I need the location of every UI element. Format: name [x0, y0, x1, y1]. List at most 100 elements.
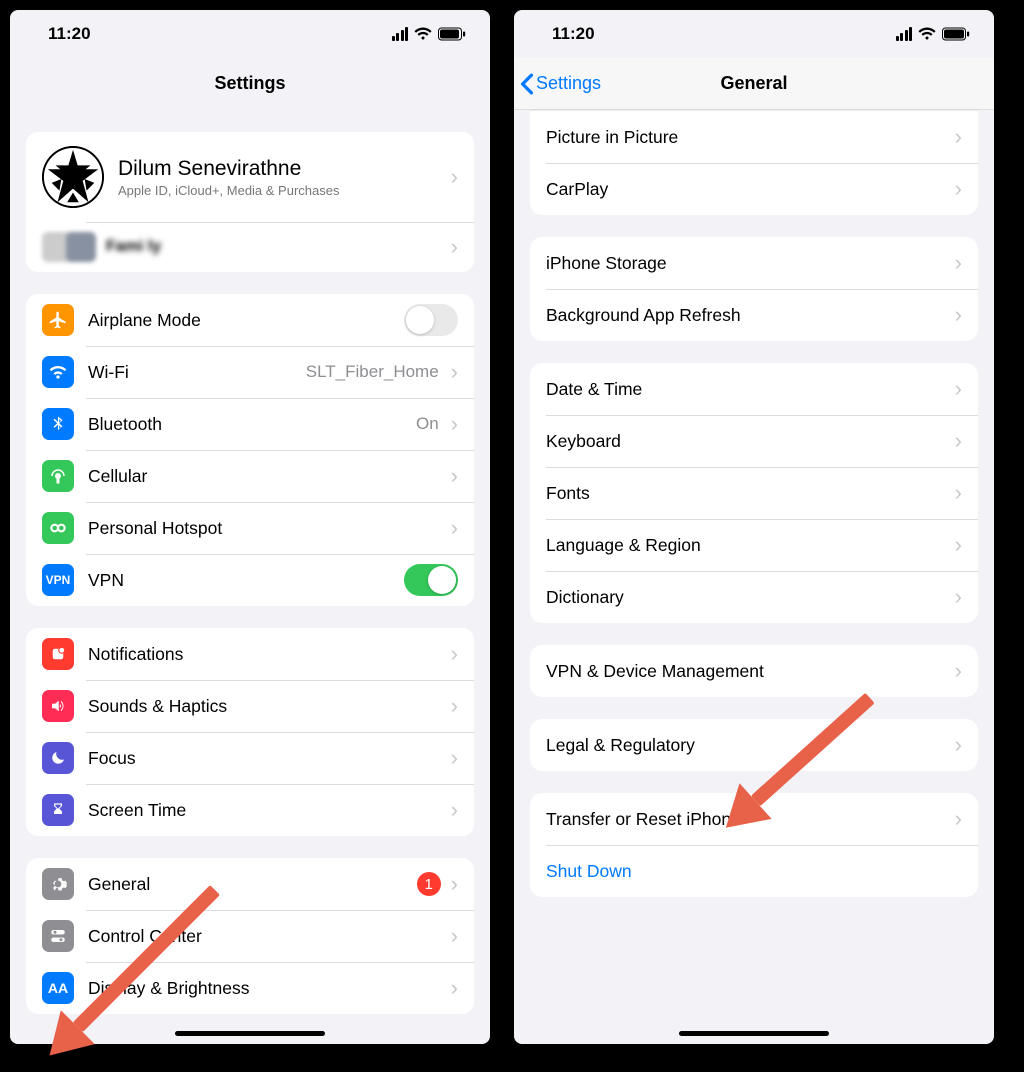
airplane-icon	[42, 304, 74, 336]
hotspot-row[interactable]: Personal Hotspot ›	[26, 502, 474, 554]
chevron-right-icon: ›	[451, 975, 458, 1001]
profile-name: Dilum Senevirathne	[118, 157, 339, 181]
cellular-signal-icon	[896, 27, 913, 41]
row-label: Keyboard	[546, 431, 621, 452]
chevron-right-icon: ›	[955, 806, 962, 832]
device-group: General 1 › Control Center › AA Display …	[26, 858, 474, 1014]
back-button[interactable]: Settings	[520, 73, 601, 95]
row-label: Control Center	[88, 926, 202, 947]
cellular-row[interactable]: Cellular ›	[26, 450, 474, 502]
settings-screen: 11:20 Settings Dilum Senevirathne Apple …	[10, 10, 490, 1044]
chevron-right-icon: ›	[451, 693, 458, 719]
vpn-device-mgmt-row[interactable]: VPN & Device Management ›	[530, 645, 978, 697]
connectivity-group: Airplane Mode Wi-Fi SLT_Fiber_Home › Blu…	[26, 294, 474, 606]
row-label: Fonts	[546, 483, 590, 504]
row-label: Legal & Regulatory	[546, 735, 695, 756]
screen-time-row[interactable]: Screen Time ›	[26, 784, 474, 836]
row-label: Language & Region	[546, 535, 701, 556]
airplane-toggle[interactable]	[404, 304, 458, 336]
group-legal: Legal & Regulatory ›	[530, 719, 978, 771]
general-list[interactable]: Picture in Picture › CarPlay › iPhone St…	[514, 110, 994, 1044]
status-time: 11:20	[48, 24, 91, 44]
home-indicator[interactable]	[175, 1031, 325, 1036]
transfer-reset-row[interactable]: Transfer or Reset iPhone ›	[530, 793, 978, 845]
vpn-row[interactable]: VPN VPN	[26, 554, 474, 606]
row-label: VPN	[88, 570, 124, 591]
control-center-row[interactable]: Control Center ›	[26, 910, 474, 962]
chevron-right-icon: ›	[451, 871, 458, 897]
profile-subtitle: Apple ID, iCloud+, Media & Purchases	[118, 183, 339, 198]
chevron-right-icon: ›	[955, 428, 962, 454]
row-label: Wi-Fi	[88, 362, 129, 383]
group-prefs: Date & Time › Keyboard › Fonts › Languag…	[530, 363, 978, 623]
shut-down-row[interactable]: Shut Down	[530, 845, 978, 897]
chevron-left-icon	[520, 73, 534, 95]
fonts-row[interactable]: Fonts ›	[530, 467, 978, 519]
chevron-right-icon: ›	[451, 745, 458, 771]
notification-badge: 1	[417, 872, 441, 896]
row-label: Airplane Mode	[88, 310, 201, 331]
hourglass-icon	[42, 794, 74, 826]
chevron-right-icon: ›	[451, 923, 458, 949]
status-icons	[392, 27, 467, 41]
chevron-right-icon: ›	[955, 376, 962, 402]
apple-id-row[interactable]: Dilum Senevirathne Apple ID, iCloud+, Me…	[26, 132, 474, 222]
chevron-right-icon: ›	[451, 515, 458, 541]
row-label: Personal Hotspot	[88, 518, 222, 539]
battery-icon	[942, 27, 970, 41]
row-label: Focus	[88, 748, 136, 769]
avatar	[42, 146, 104, 208]
bluetooth-row[interactable]: Bluetooth On ›	[26, 398, 474, 450]
carplay-row[interactable]: CarPlay ›	[530, 163, 978, 215]
nav-bar: Settings General	[514, 58, 994, 110]
chevron-right-icon: ›	[955, 532, 962, 558]
page-title: Settings	[214, 73, 285, 94]
chevron-right-icon: ›	[451, 797, 458, 823]
row-label: Shut Down	[546, 861, 632, 882]
general-screen: 11:20 Settings General Picture in Pictur…	[514, 10, 994, 1044]
storage-row[interactable]: iPhone Storage ›	[530, 237, 978, 289]
status-bar: 11:20	[10, 10, 490, 58]
row-label: General	[88, 874, 150, 895]
row-label: CarPlay	[546, 179, 608, 200]
family-row[interactable]: Fami ly ›	[26, 222, 474, 272]
vpn-toggle[interactable]	[404, 564, 458, 596]
cellular-signal-icon	[392, 27, 409, 41]
sounds-row[interactable]: Sounds & Haptics ›	[26, 680, 474, 732]
row-label: iPhone Storage	[546, 253, 667, 274]
row-label: Bluetooth	[88, 414, 162, 435]
dictionary-row[interactable]: Dictionary ›	[530, 571, 978, 623]
notifications-group: Notifications › Sounds & Haptics › Focus…	[26, 628, 474, 836]
status-bar: 11:20	[514, 10, 994, 58]
row-label: Transfer or Reset iPhone	[546, 809, 741, 830]
wifi-icon	[42, 356, 74, 388]
status-icons	[896, 27, 971, 41]
wifi-row[interactable]: Wi-Fi SLT_Fiber_Home ›	[26, 346, 474, 398]
language-region-row[interactable]: Language & Region ›	[530, 519, 978, 571]
settings-list[interactable]: Dilum Senevirathne Apple ID, iCloud+, Me…	[10, 110, 490, 1044]
row-label: Screen Time	[88, 800, 186, 821]
keyboard-row[interactable]: Keyboard ›	[530, 415, 978, 467]
vpn-icon: VPN	[42, 564, 74, 596]
wifi-value: SLT_Fiber_Home	[306, 362, 439, 382]
text-size-icon: AA	[42, 972, 74, 1004]
airplane-mode-row[interactable]: Airplane Mode	[26, 294, 474, 346]
row-label: VPN & Device Management	[546, 661, 764, 682]
pip-row[interactable]: Picture in Picture ›	[530, 111, 978, 163]
status-time: 11:20	[552, 24, 595, 44]
group-reset: Transfer or Reset iPhone › Shut Down	[530, 793, 978, 897]
cellular-icon	[42, 460, 74, 492]
account-group: Dilum Senevirathne Apple ID, iCloud+, Me…	[26, 132, 474, 272]
notifications-row[interactable]: Notifications ›	[26, 628, 474, 680]
legal-row[interactable]: Legal & Regulatory ›	[530, 719, 978, 771]
general-row[interactable]: General 1 ›	[26, 858, 474, 910]
date-time-row[interactable]: Date & Time ›	[530, 363, 978, 415]
home-indicator[interactable]	[679, 1031, 829, 1036]
row-label: Sounds & Haptics	[88, 696, 227, 717]
app-refresh-row[interactable]: Background App Refresh ›	[530, 289, 978, 341]
display-brightness-row[interactable]: AA Display & Brightness ›	[26, 962, 474, 1014]
bluetooth-icon	[42, 408, 74, 440]
toggles-icon	[42, 920, 74, 952]
gear-icon	[42, 868, 74, 900]
focus-row[interactable]: Focus ›	[26, 732, 474, 784]
